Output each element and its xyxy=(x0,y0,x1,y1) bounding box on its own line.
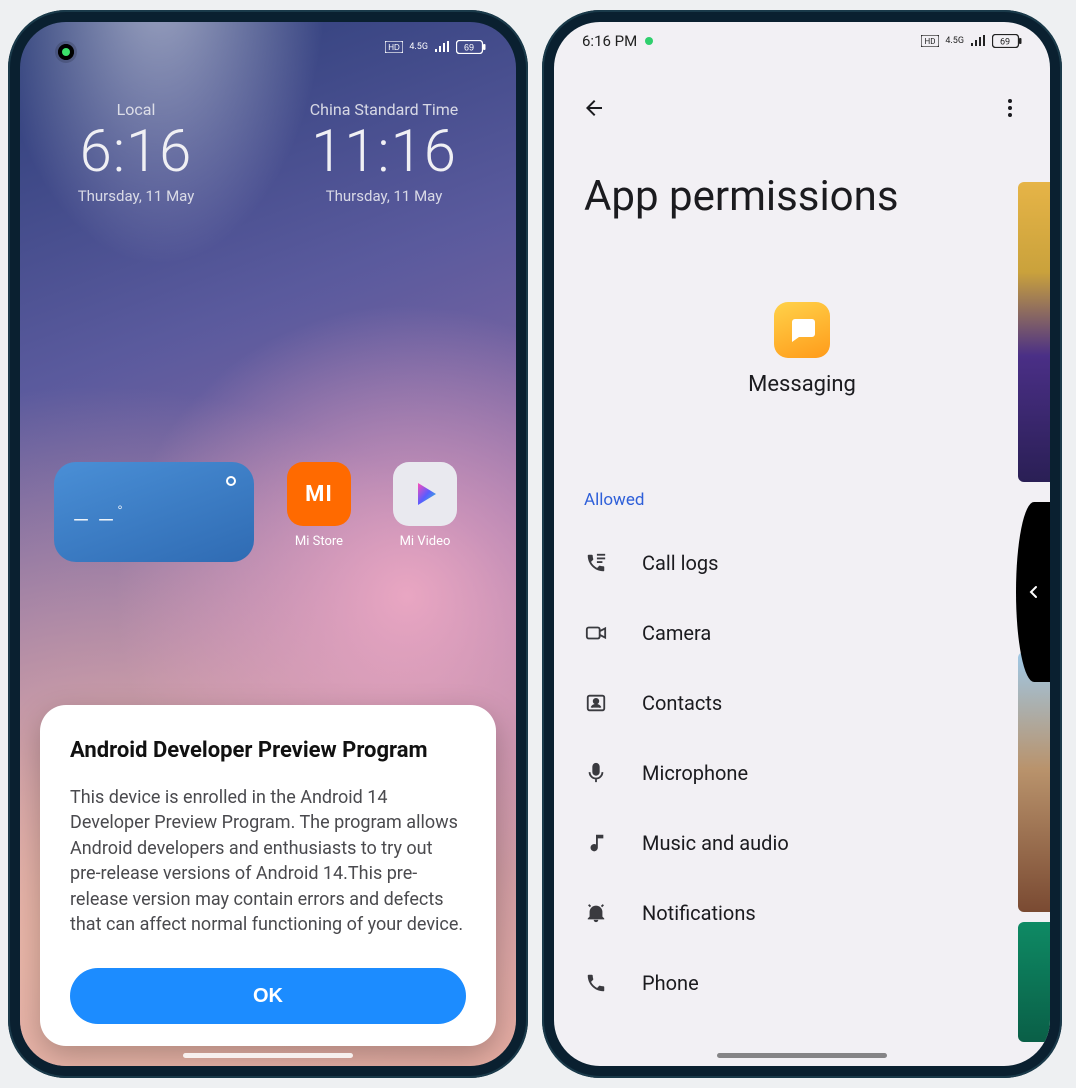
messaging-app-icon xyxy=(774,302,830,358)
dev-preview-dialog: Android Developer Preview Program This d… xyxy=(40,705,496,1046)
app-label: Mi Video xyxy=(384,534,466,549)
perm-label: Call logs xyxy=(642,551,718,575)
camera-active-dot xyxy=(62,48,70,56)
app-label: Mi Store xyxy=(278,534,360,549)
temp-value: – – xyxy=(72,504,115,537)
home-row: – – ° MI Mi Store Mi Video xyxy=(54,462,482,562)
permissions-list: Call logs Camera Contacts Microphone Mus… xyxy=(554,528,1050,1018)
phone-icon xyxy=(584,972,608,994)
degree-icon: ° xyxy=(117,504,122,520)
camera-active-dot xyxy=(645,37,653,45)
camera-icon xyxy=(584,622,608,644)
network-label: 4.5G xyxy=(945,36,964,46)
perm-row-notifications[interactable]: Notifications xyxy=(554,878,1050,948)
clock-local: Local 6:16 Thursday, 11 May xyxy=(78,100,195,205)
app-name: Messaging xyxy=(554,372,1050,397)
perm-label: Notifications xyxy=(642,901,756,925)
gesture-pill[interactable] xyxy=(183,1053,353,1058)
hd-icon: HD xyxy=(921,35,939,47)
dialog-body: This device is enrolled in the Android 1… xyxy=(70,785,466,938)
perm-row-contacts[interactable]: Contacts xyxy=(554,668,1050,738)
dialog-title: Android Developer Preview Program xyxy=(70,737,466,765)
svg-text:69: 69 xyxy=(1000,38,1010,48)
gesture-pill[interactable] xyxy=(717,1053,887,1058)
microphone-icon xyxy=(584,762,608,784)
mi-video-icon xyxy=(393,462,457,526)
signal-icon xyxy=(434,41,450,53)
perm-row-phone[interactable]: Phone xyxy=(554,948,1050,1018)
perm-label: Music and audio xyxy=(642,831,789,855)
call-logs-icon xyxy=(584,552,608,574)
ok-button[interactable]: OK xyxy=(70,968,466,1024)
music-icon xyxy=(584,832,608,854)
perm-label: Contacts xyxy=(642,691,722,715)
status-time: 6:16 PM xyxy=(582,32,637,50)
edge-back-handle[interactable] xyxy=(1016,502,1050,682)
clock-date: Thursday, 11 May xyxy=(78,187,195,205)
clock-time: 6:16 xyxy=(78,123,195,181)
left-phone-frame: HD 4.5G 69 Local 6:16 Thursday, 11 May C… xyxy=(8,10,528,1078)
battery-icon: 69 xyxy=(992,34,1022,48)
section-allowed-label: Allowed xyxy=(584,490,644,510)
svg-text:HD: HD xyxy=(389,43,401,52)
clock-label: Local xyxy=(78,100,195,119)
clock-time: 11:16 xyxy=(310,123,459,181)
perm-label: Camera xyxy=(642,621,711,645)
app-mi-store[interactable]: MI Mi Store xyxy=(278,462,360,549)
clock-date: Thursday, 11 May xyxy=(310,187,459,205)
app-bar xyxy=(572,82,1032,134)
more-button[interactable] xyxy=(988,86,1032,130)
weather-widget[interactable]: – – ° xyxy=(54,462,254,562)
back-button[interactable] xyxy=(572,86,616,130)
perm-row-microphone[interactable]: Microphone xyxy=(554,738,1050,808)
status-bar-right: HD 4.5G 69 xyxy=(385,40,486,54)
page-title: App permissions xyxy=(584,172,899,221)
weather-temp: – – ° xyxy=(72,504,236,537)
svg-text:HD: HD xyxy=(925,37,936,46)
app-header: Messaging xyxy=(554,302,1050,397)
perm-label: Microphone xyxy=(642,761,748,785)
battery-icon: 69 xyxy=(456,40,486,54)
right-phone-frame: 6:16 PM HD 4.5G 69 App permissions xyxy=(542,10,1062,1078)
perm-row-music-audio[interactable]: Music and audio xyxy=(554,808,1050,878)
clock-china: China Standard Time 11:16 Thursday, 11 M… xyxy=(310,100,459,205)
lockscreen-clocks: Local 6:16 Thursday, 11 May China Standa… xyxy=(20,100,516,205)
app-mi-video[interactable]: Mi Video xyxy=(384,462,466,549)
hd-icon: HD xyxy=(385,41,403,53)
network-label: 4.5G xyxy=(409,42,428,52)
perm-label: Phone xyxy=(642,971,699,995)
mi-store-icon: MI xyxy=(287,462,351,526)
location-icon xyxy=(226,476,236,486)
svg-text:69: 69 xyxy=(464,43,474,53)
notifications-icon xyxy=(584,902,608,924)
left-screen: HD 4.5G 69 Local 6:16 Thursday, 11 May C… xyxy=(20,22,516,1066)
contacts-icon xyxy=(584,692,608,714)
right-screen: 6:16 PM HD 4.5G 69 App permissions xyxy=(554,22,1050,1066)
clock-label: China Standard Time xyxy=(310,100,459,119)
status-bar: 6:16 PM HD 4.5G 69 xyxy=(582,32,1022,50)
perm-row-call-logs[interactable]: Call logs xyxy=(554,528,1050,598)
signal-icon xyxy=(970,35,986,47)
perm-row-camera[interactable]: Camera xyxy=(554,598,1050,668)
